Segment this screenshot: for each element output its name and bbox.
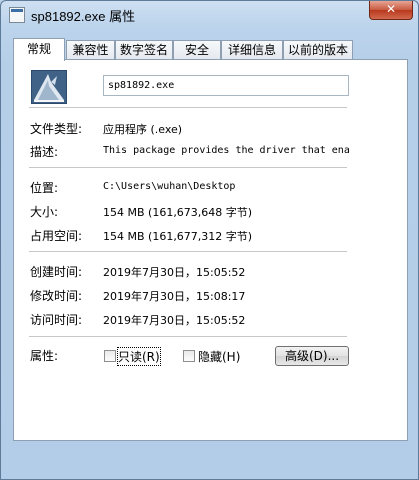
properties-window: sp81892.exe 属性 ✕ 常规 兼容性 数字签名 安全 详细信息 以前的… (0, 0, 419, 480)
title-bar[interactable]: sp81892.exe 属性 ✕ (1, 1, 418, 31)
readonly-checkbox[interactable] (104, 350, 116, 362)
file-type-label: 文件类型: (30, 122, 83, 136)
exe-file-icon (9, 7, 25, 23)
created-label: 创建时间: (30, 265, 83, 279)
location-value: C:\Users\wuhan\Desktop (103, 181, 236, 192)
tab-strip: 常规 兼容性 数字签名 安全 详细信息 以前的版本 (13, 38, 408, 61)
accessed-label: 访问时间: (30, 313, 83, 327)
divider (29, 336, 347, 337)
divider (29, 107, 347, 108)
tab-general[interactable]: 常规 (13, 38, 65, 61)
modified-value: 2019年7月30日，15:08:17 (103, 290, 246, 303)
size-on-disk-value: 154 MB (161,677,312 字节) (103, 230, 253, 243)
location-label: 位置: (30, 181, 59, 195)
hidden-label[interactable]: 隐藏(H) (198, 348, 240, 365)
description-value: This package provides the driver that en… (103, 145, 349, 156)
created-value: 2019年7月30日，15:05:52 (103, 266, 246, 279)
general-panel: sp81892.exe 文件类型: 应用程序 (.exe) 描述: This p… (13, 59, 408, 441)
file-type-value: 应用程序 (.exe) (103, 123, 183, 136)
close-button[interactable]: ✕ (369, 1, 413, 20)
file-name-input[interactable]: sp81892.exe (103, 75, 349, 96)
window-title: sp81892.exe 属性 (31, 9, 136, 24)
tab-digital-signatures[interactable]: 数字签名 (115, 40, 173, 60)
tab-previous-versions[interactable]: 以前的版本 (283, 40, 353, 60)
size-label: 大小: (30, 205, 59, 219)
tab-compatibility[interactable]: 兼容性 (66, 40, 115, 60)
modified-label: 修改时间: (30, 289, 83, 303)
advanced-button[interactable]: 高级(D)... (275, 346, 349, 366)
attributes-label: 属性: (30, 349, 59, 363)
tab-details[interactable]: 详细信息 (221, 40, 283, 60)
divider (29, 167, 347, 168)
size-value: 154 MB (161,673,648 字节) (103, 206, 253, 219)
description-label: 描述: (30, 145, 59, 159)
readonly-label[interactable]: 只读(R) (117, 347, 161, 366)
hidden-checkbox[interactable] (183, 350, 195, 362)
divider (29, 251, 347, 252)
tab-security[interactable]: 安全 (173, 40, 221, 60)
accessed-value: 2019年7月30日，15:05:52 (103, 314, 246, 327)
installer-package-icon (31, 70, 67, 104)
size-on-disk-label: 占用空间: (30, 229, 83, 243)
